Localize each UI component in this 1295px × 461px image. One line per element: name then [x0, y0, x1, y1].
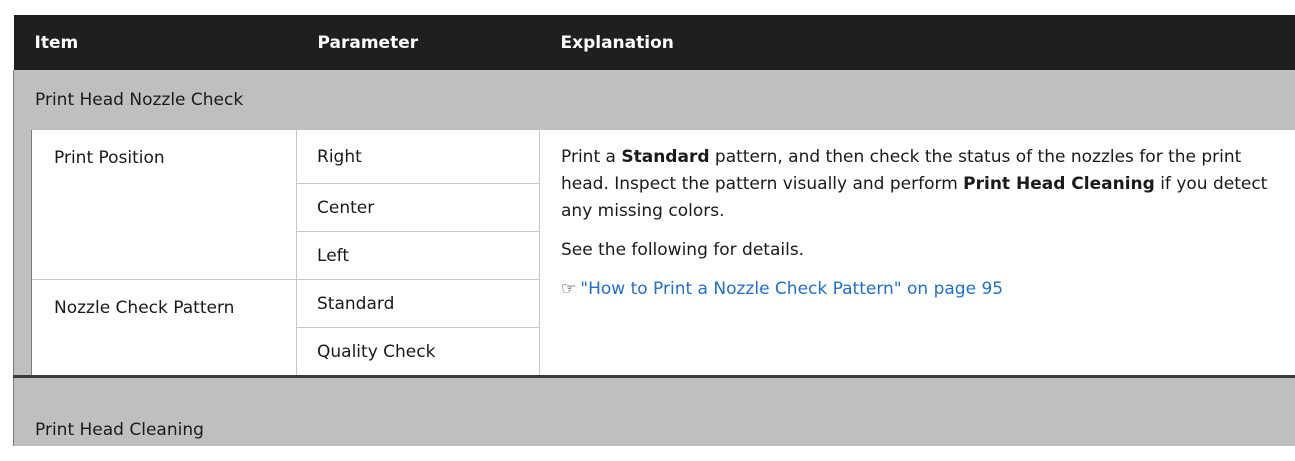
- table-header-row: Item Parameter Explanation: [13, 15, 1295, 70]
- header-parameter: Parameter: [296, 15, 540, 70]
- reference-line: ☞ "How to Print a Nozzle Check Pattern" o…: [561, 276, 1283, 303]
- explanation-paragraph: Print a Standard pattern, and then check…: [561, 147, 1268, 221]
- settings-table-page: Item Parameter Explanation Print Head No…: [0, 0, 1295, 461]
- section-row: Print Head Nozzle Check: [12, 70, 1295, 130]
- item-label-print-position: Print Position: [31, 130, 298, 280]
- section-title: Print Head Cleaning: [12, 375, 1295, 446]
- indent-bar: [13, 130, 32, 377]
- cleaning-term: Print Head Cleaning: [963, 174, 1155, 194]
- table-row: Print Position Right Print a Standard pa…: [13, 130, 1295, 377]
- param-left: Left: [296, 231, 541, 280]
- settings-table: Item Parameter Explanation Print Head No…: [12, 15, 1295, 446]
- param-center: Center: [296, 183, 541, 232]
- standard-term: Standard: [621, 147, 710, 167]
- item-label-nozzle-check-pattern: Nozzle Check Pattern: [31, 279, 298, 377]
- header-item: Item: [13, 15, 297, 70]
- hand-pointer-icon: ☞: [561, 279, 577, 299]
- section-title: Print Head Nozzle Check: [12, 70, 1295, 130]
- param-standard: Standard: [296, 279, 541, 328]
- nozzle-check-link[interactable]: "How to Print a Nozzle Check Pattern" on…: [580, 279, 1003, 299]
- param-right: Right: [296, 130, 541, 184]
- section-row: Print Head Cleaning: [12, 375, 1295, 446]
- details-text: See the following for details.: [561, 240, 805, 260]
- param-quality-check: Quality Check: [296, 327, 541, 377]
- explanation-cell: Print a Standard pattern, and then check…: [539, 130, 1295, 377]
- header-explanation: Explanation: [539, 15, 1295, 70]
